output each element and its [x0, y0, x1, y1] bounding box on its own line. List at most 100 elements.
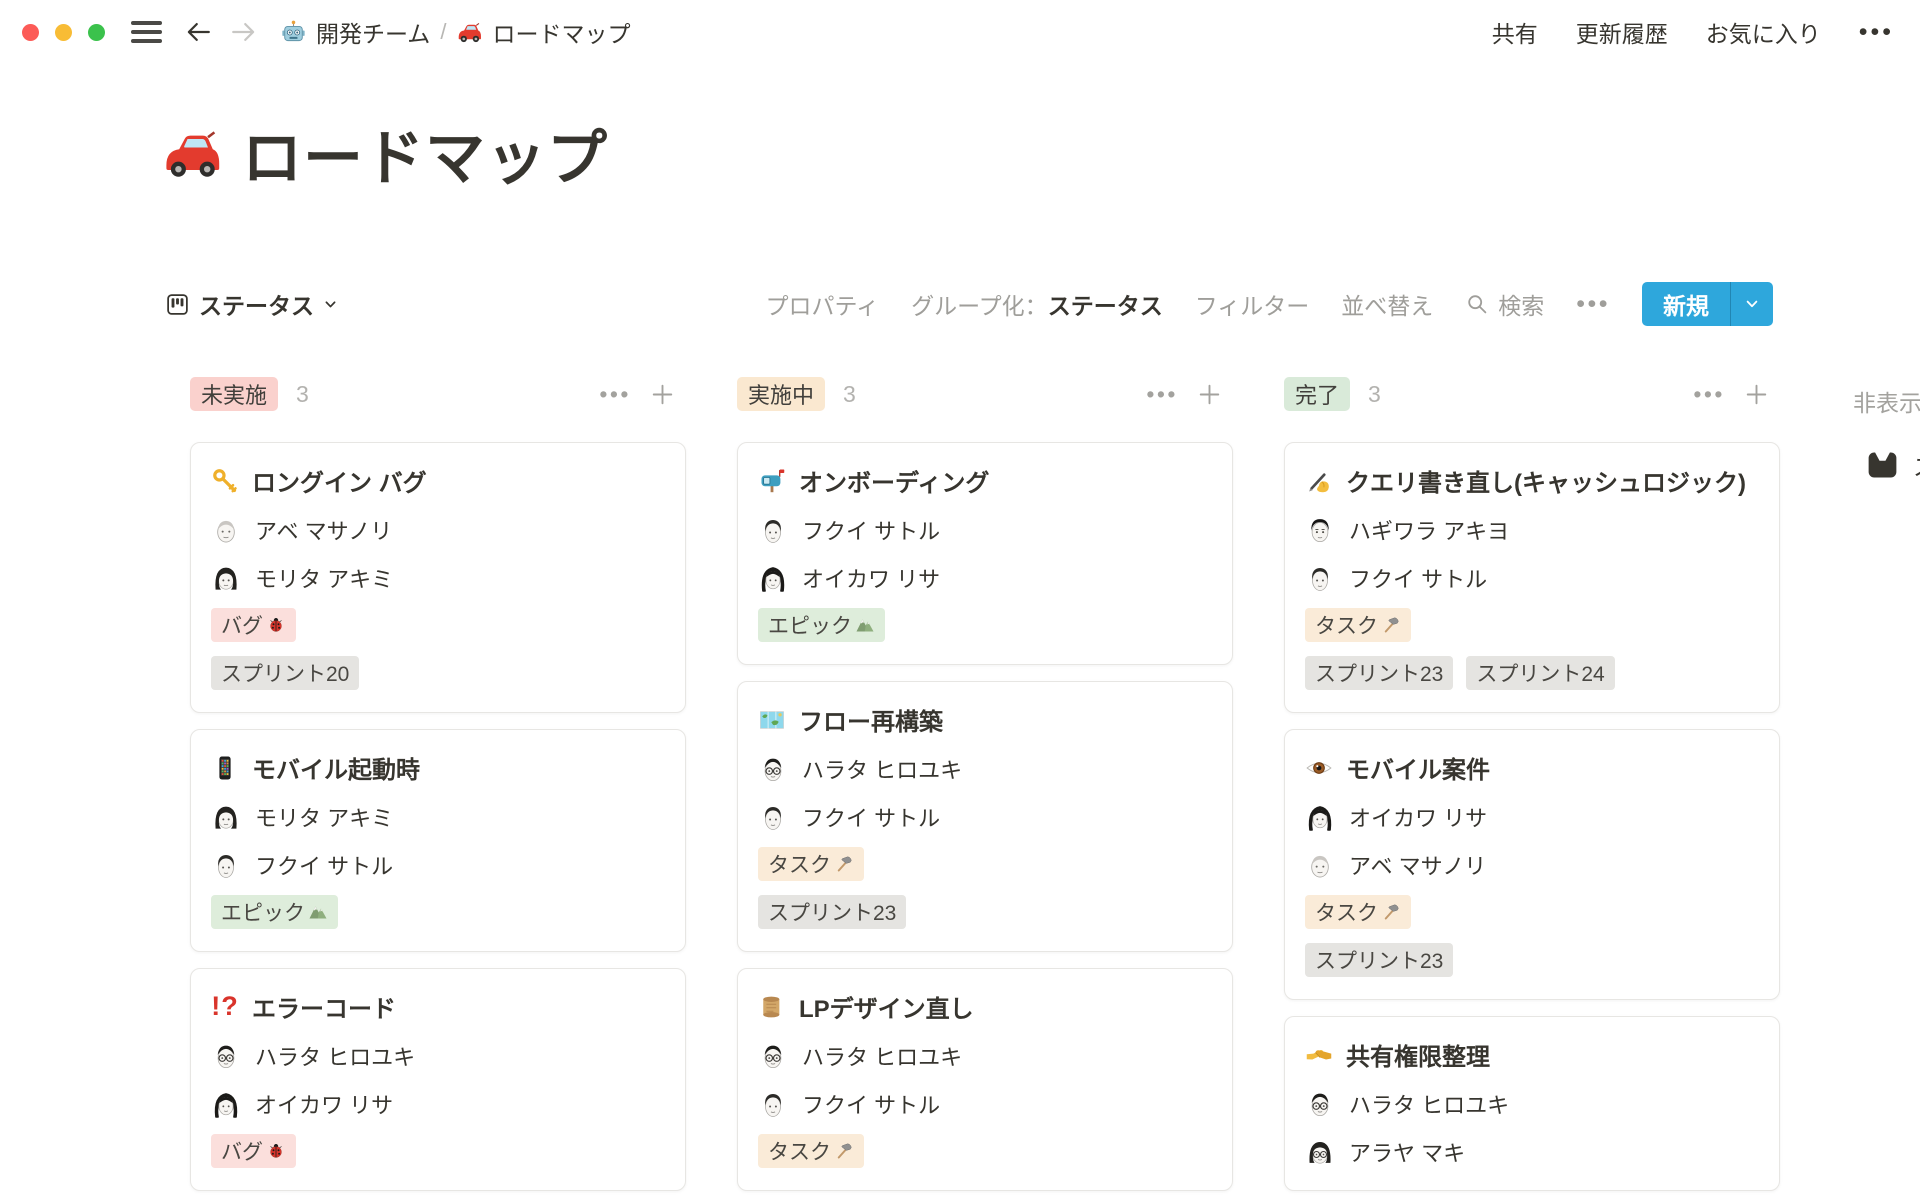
column-more-icon[interactable]: •••	[1146, 383, 1178, 406]
tag-task: タスク	[1305, 608, 1411, 642]
new-button-label[interactable]: 新規	[1642, 282, 1730, 326]
minimize-window-button[interactable]	[55, 24, 72, 41]
assignee-row: ハラタ ヒロユキ	[758, 753, 1212, 785]
sidebar-toggle-icon[interactable]	[131, 21, 162, 43]
column-header: 完了 3 •••	[1284, 372, 1780, 416]
forward-arrow-icon[interactable]	[228, 17, 258, 47]
back-arrow-icon[interactable]	[184, 17, 214, 47]
sort-button[interactable]: 並べ替え	[1341, 287, 1433, 321]
assignee-name: オイカワ リサ	[802, 562, 940, 594]
eye-emoji-icon	[1305, 754, 1333, 782]
tag-sprint: スプリント23	[1305, 943, 1453, 977]
column-more-icon[interactable]: •••	[599, 383, 631, 406]
card-lp-design[interactable]: LPデザイン直し ハラタ ヒロユキ フクイ サトル タスク	[737, 968, 1233, 1191]
assignee-row: フクイ サトル	[758, 1088, 1212, 1120]
breadcrumb-separator: /	[440, 19, 446, 45]
column-add-card-icon[interactable]	[649, 381, 676, 408]
assignee-row: アベ マサノリ	[211, 514, 665, 546]
tag-task: タスク	[758, 847, 864, 881]
properties-button[interactable]: プロパティ	[765, 287, 879, 321]
card-title: オンボーディング	[799, 463, 989, 498]
assignee-name: フクイ サトル	[802, 1088, 940, 1120]
card-share-permissions[interactable]: 共有権限整理 ハラタ ヒロユキ アラヤ マキ	[1284, 1016, 1780, 1191]
card-error-code[interactable]: !?エラーコード ハラタ ヒロユキ オイカワ リサ バグ	[190, 968, 686, 1191]
assignee-row: ハラタ ヒロユキ	[211, 1040, 665, 1072]
updates-button[interactable]: 更新履歴	[1576, 15, 1668, 49]
column-cards: ロングイン バグ アベ マサノリ モリタ アキミ バグ スプリント20 モバイル…	[190, 442, 686, 1191]
assignee-name: ハラタ ヒロユキ	[802, 1040, 962, 1072]
tag-epic: エピック	[758, 608, 885, 642]
column-status-badge[interactable]: 実施中	[737, 377, 825, 411]
close-window-button[interactable]	[22, 24, 39, 41]
board-view-icon	[165, 292, 190, 317]
card-mobile-launch[interactable]: モバイル起動時 モリタ アキミ フクイ サトル エピック	[190, 729, 686, 952]
hidden-groups-toggle[interactable]: 非表示	[1853, 384, 1920, 418]
new-button-dropdown[interactable]	[1731, 282, 1773, 326]
tag-sprint: スプリント23	[758, 895, 906, 929]
avatar	[1305, 850, 1335, 880]
mobile-phone-emoji-icon	[211, 754, 239, 782]
filter-button[interactable]: フィルター	[1195, 287, 1310, 321]
more-options-icon[interactable]: •••	[1859, 20, 1894, 45]
avatar	[211, 515, 241, 545]
scroll-emoji-icon	[758, 993, 786, 1021]
page-title[interactable]: ロードマップ	[242, 110, 608, 197]
assignee-row: ハラタ ヒロユキ	[1305, 1088, 1759, 1120]
hidden-group-row[interactable]: ス	[1864, 446, 1920, 483]
tag-task: タスク	[758, 1134, 864, 1168]
breadcrumb-team[interactable]: 開発チーム	[280, 15, 430, 49]
column-cards: オンボーディング フクイ サトル オイカワ リサ エピック フロー再構築 ハラタ…	[737, 442, 1233, 1191]
zoom-window-button[interactable]	[88, 24, 105, 41]
assignee-name: アベ マサノリ	[255, 514, 392, 546]
card-title: モバイル案件	[1346, 750, 1490, 785]
column-add-card-icon[interactable]	[1743, 381, 1770, 408]
card-query-rewrite[interactable]: クエリ書き直し(キャッシュロジック) ハギワラ アキヨ フクイ サトル タスク …	[1284, 442, 1780, 713]
view-more-options-icon[interactable]: •••	[1576, 292, 1610, 317]
view-selector[interactable]: ステータス	[165, 287, 338, 321]
tag-bug: バグ	[211, 1134, 296, 1168]
avatar	[211, 802, 241, 832]
assignee-name: モリタ アキミ	[255, 801, 393, 833]
avatar	[758, 1041, 788, 1071]
column-header: 実施中 3 •••	[737, 372, 1233, 416]
new-button[interactable]: 新規	[1642, 282, 1773, 326]
search-button[interactable]: 検索	[1465, 287, 1544, 321]
share-button[interactable]: 共有	[1492, 15, 1538, 49]
world-map-emoji-icon	[758, 706, 786, 734]
favorites-button[interactable]: お気に入り	[1706, 15, 1821, 49]
mountain-emoji-icon	[308, 902, 328, 922]
tray-icon	[1864, 446, 1901, 483]
card-onboarding[interactable]: オンボーディング フクイ サトル オイカワ リサ エピック	[737, 442, 1233, 665]
robot-emoji-icon	[280, 19, 307, 46]
board-column-not-started: 未実施 3 ••• ロングイン バグ アベ マサノリ モリタ アキミ バグ スプ…	[190, 372, 686, 1191]
view-toolbar: ステータス プロパティ グループ化：ステータス フィルター 並べ替え 検索 ••…	[165, 281, 1773, 327]
hammer-emoji-icon	[834, 1141, 854, 1161]
assignee-row: オイカワ リサ	[211, 1088, 665, 1120]
avatar	[758, 1089, 788, 1119]
assignee-row: アラヤ マキ	[1305, 1136, 1759, 1168]
group-by-button[interactable]: グループ化：ステータス	[911, 287, 1163, 321]
assignee-name: フクイ サトル	[802, 514, 940, 546]
mailbox-emoji-icon	[758, 467, 786, 495]
column-more-icon[interactable]: •••	[1693, 383, 1725, 406]
breadcrumb: 開発チーム / ロードマップ	[280, 15, 630, 49]
assignee-row: フクイ サトル	[211, 849, 665, 881]
breadcrumb-page[interactable]: ロードマップ	[456, 15, 630, 49]
column-status-badge[interactable]: 未実施	[190, 377, 278, 411]
window-controls	[22, 24, 105, 41]
assignee-name: アベ マサノリ	[1349, 849, 1486, 881]
column-add-card-icon[interactable]	[1196, 381, 1223, 408]
card-longin-bug[interactable]: ロングイン バグ アベ マサノリ モリタ アキミ バグ スプリント20	[190, 442, 686, 713]
card-title: LPデザイン直し	[799, 989, 974, 1024]
hidden-group-label: ス	[1913, 448, 1920, 482]
assignee-name: フクイ サトル	[255, 849, 393, 881]
page-car-emoji-icon[interactable]	[160, 122, 224, 186]
card-flow-rebuild[interactable]: フロー再構築 ハラタ ヒロユキ フクイ サトル タスク スプリント23	[737, 681, 1233, 952]
board-column-done: 完了 3 ••• クエリ書き直し(キャッシュロジック) ハギワラ アキヨ フクイ…	[1284, 372, 1780, 1191]
card-mobile-project[interactable]: モバイル案件 オイカワ リサ アベ マサノリ タスク スプリント23	[1284, 729, 1780, 1000]
mountain-emoji-icon	[855, 615, 875, 635]
tag-sprint: スプリント23	[1305, 656, 1453, 690]
column-status-badge[interactable]: 完了	[1284, 377, 1350, 411]
key-emoji-icon	[211, 467, 239, 495]
car-emoji-icon	[456, 19, 483, 46]
